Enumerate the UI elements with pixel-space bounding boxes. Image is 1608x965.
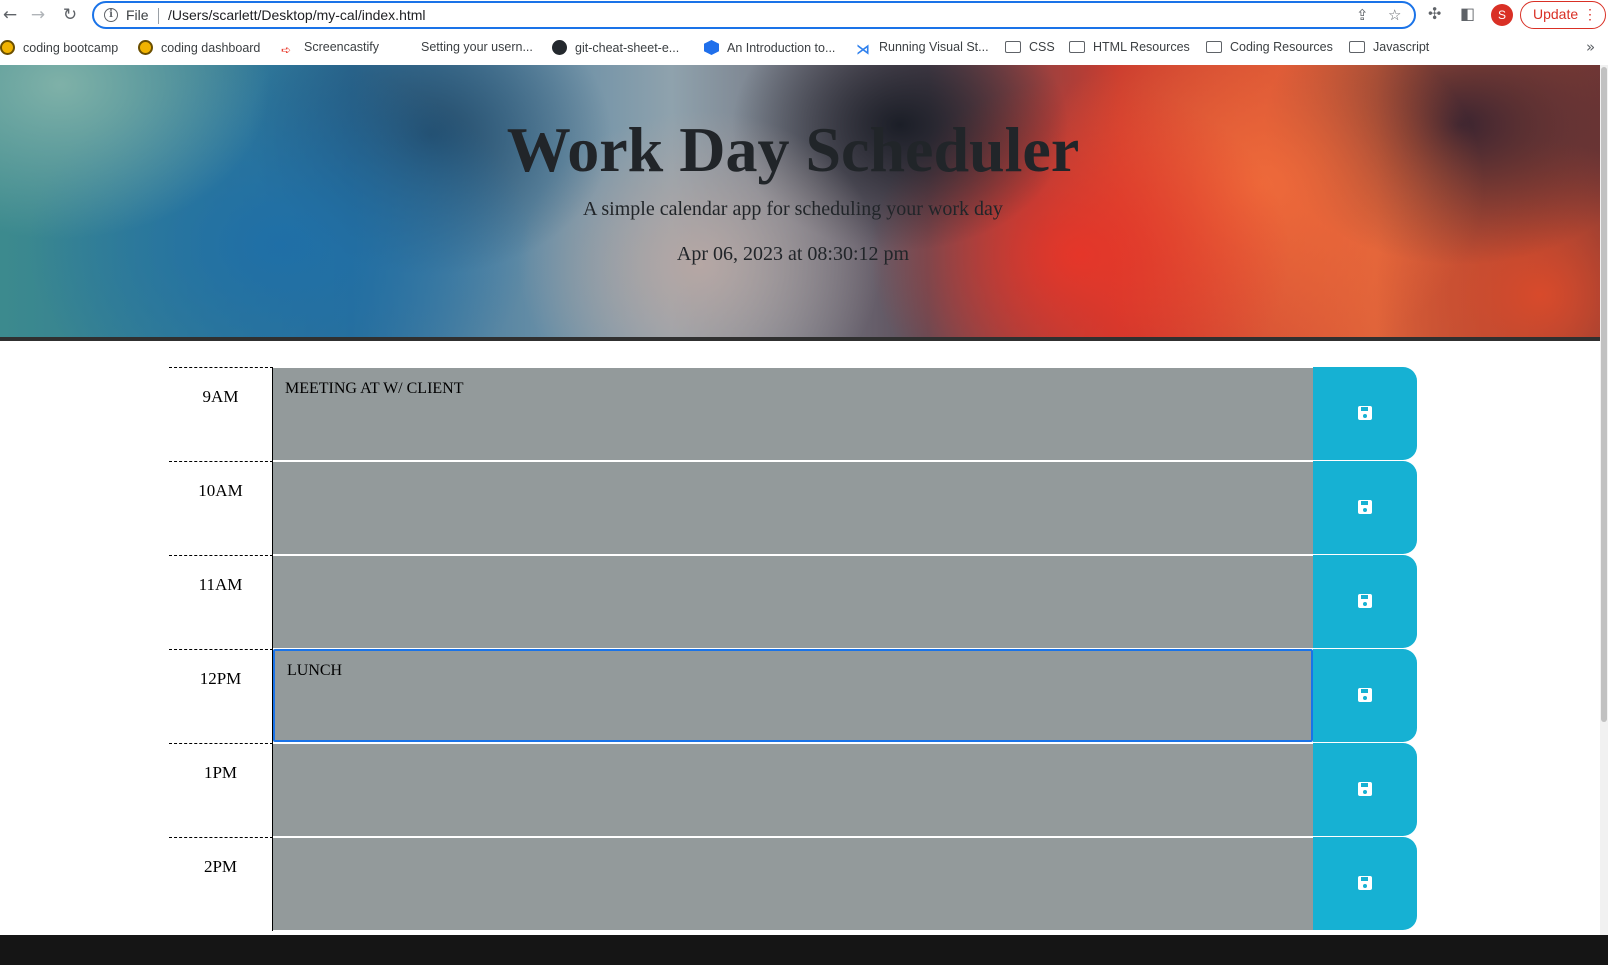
hour-label: 1PM (169, 743, 273, 837)
bookmark-star-icon[interactable]: ☆ (1388, 6, 1401, 24)
bookmark-git-cheat-sheet[interactable]: git-cheat-sheet-e... (552, 40, 679, 55)
coin-icon (138, 40, 153, 55)
time-block: 9AM MEETING AT W/ CLIENT (169, 367, 1417, 461)
description-textarea[interactable] (273, 743, 1313, 836)
page-viewport: Work Day Scheduler A simple calendar app… (0, 65, 1600, 935)
save-button[interactable] (1313, 649, 1417, 742)
floppy-disk-icon (1358, 688, 1372, 702)
hour-label: 9AM (169, 367, 273, 461)
bookmark-label: Coding Resources (1230, 40, 1333, 54)
bookmark-folder-html-resources[interactable]: HTML Resources (1069, 40, 1190, 54)
folder-icon (1005, 41, 1021, 53)
profile-avatar[interactable]: S (1491, 4, 1513, 26)
bookmark-label: coding bootcamp (23, 41, 119, 55)
coin-icon (0, 40, 15, 55)
floppy-disk-icon (1358, 782, 1372, 796)
description-textarea[interactable] (273, 555, 1313, 648)
scheme-label: File (126, 7, 149, 23)
save-button[interactable] (1313, 367, 1417, 460)
floppy-disk-icon (1358, 406, 1372, 420)
back-arrow-icon[interactable]: ← (0, 5, 20, 25)
hour-label: 10AM (169, 461, 273, 555)
hour-label: 11AM (169, 555, 273, 649)
bookmark-label: HTML Resources (1093, 40, 1190, 54)
bookmark-folder-css[interactable]: CSS (1005, 40, 1055, 54)
bookmark-coding-dashboard[interactable]: coding dashboard (138, 40, 260, 55)
folder-icon (1349, 41, 1365, 53)
description-textarea[interactable] (273, 837, 1313, 930)
description-textarea[interactable]: MEETING AT W/ CLIENT (273, 367, 1313, 460)
save-button[interactable] (1313, 743, 1417, 836)
address-bar[interactable]: i File /Users/scarlett/Desktop/my-cal/in… (92, 1, 1416, 29)
screencastify-icon: ➪ (281, 43, 292, 57)
share-icon[interactable]: ⇪ (1356, 6, 1369, 24)
bookmark-label: Screencastify (304, 40, 380, 54)
bookmark-an-introduction[interactable]: An Introduction to... (704, 40, 835, 55)
site-info-icon[interactable]: i (104, 8, 118, 22)
floppy-disk-icon (1358, 876, 1372, 890)
schedule-container: 9AM MEETING AT W/ CLIENT 10AM 11AM 12PM … (169, 367, 1417, 931)
bookmarks-bar: coding bootcamp coding dashboard ➪ Screen… (0, 34, 1608, 64)
reload-icon[interactable]: ↻ (60, 5, 80, 25)
time-block: 11AM (169, 555, 1417, 649)
update-button[interactable]: Update ⋮ (1520, 1, 1606, 29)
save-button[interactable] (1313, 461, 1417, 554)
current-day: Apr 06, 2023 at 08:30:12 pm (676, 243, 910, 265)
bookmark-folder-coding-resources[interactable]: Coding Resources (1206, 40, 1333, 54)
floppy-disk-icon (1358, 500, 1372, 514)
hour-label: 12PM (169, 649, 273, 743)
forward-arrow-icon[interactable]: → (28, 5, 48, 25)
github-icon (552, 40, 567, 55)
hour-label: 2PM (169, 837, 273, 931)
bookmark-label: Javascript (1373, 40, 1430, 54)
save-button[interactable] (1313, 837, 1417, 930)
bookmark-coding-bootcamp[interactable]: coding bootcamp (0, 40, 118, 55)
update-label: Update (1533, 6, 1579, 22)
description-textarea[interactable]: LUNCH (273, 649, 1313, 742)
folder-icon (1069, 41, 1085, 53)
menu-kebab-icon: ⋮ (1583, 6, 1597, 22)
save-button[interactable] (1313, 555, 1417, 648)
extensions-puzzle-icon[interactable]: ✣ (1428, 4, 1441, 23)
time-block: 12PM LUNCH (169, 649, 1417, 743)
time-block: 1PM (169, 743, 1417, 837)
omnibox-divider (158, 8, 159, 24)
bookmark-label: coding dashboard (161, 41, 261, 55)
page-lead: A simple calendar app for scheduling you… (583, 198, 1003, 220)
header-jumbotron: Work Day Scheduler A simple calendar app… (0, 65, 1600, 341)
description-textarea[interactable] (273, 461, 1313, 554)
scrollbar-thumb[interactable] (1601, 67, 1607, 722)
bookmark-label: An Introduction to... (727, 41, 836, 55)
bookmark-label: git-cheat-sheet-e... (575, 41, 680, 55)
page-scrollbar[interactable] (1600, 65, 1608, 935)
bookmark-setting-username[interactable]: Setting your usern... (421, 40, 533, 54)
bookmark-label: Running Visual St... (879, 40, 989, 54)
bookmark-screencastify[interactable]: ➪ Screencastify (281, 40, 379, 58)
os-taskbar (0, 935, 1608, 965)
time-block: 10AM (169, 461, 1417, 555)
play-icon (704, 40, 719, 55)
time-block: 2PM (169, 837, 1417, 931)
vscode-icon: ⋊ (856, 42, 870, 58)
folder-icon (1206, 41, 1222, 53)
bookmark-running-visual-studio[interactable]: ⋊ Running Visual St... (856, 40, 989, 58)
browser-toolbar: ← → ↻ i File /Users/scarlett/Desktop/my-… (0, 0, 1608, 31)
bookmark-label: Setting your usern... (421, 40, 533, 54)
bookmark-folder-javascript[interactable]: Javascript (1349, 40, 1429, 54)
url-text[interactable]: /Users/scarlett/Desktop/my-cal/index.htm… (168, 7, 426, 23)
more-bookmarks-chevron-icon[interactable]: » (1586, 38, 1595, 56)
page-title: Work Day Scheduler (506, 114, 1080, 185)
bookmark-label: CSS (1029, 40, 1055, 54)
floppy-disk-icon (1358, 594, 1372, 608)
side-panel-icon[interactable]: ◧ (1460, 4, 1475, 23)
